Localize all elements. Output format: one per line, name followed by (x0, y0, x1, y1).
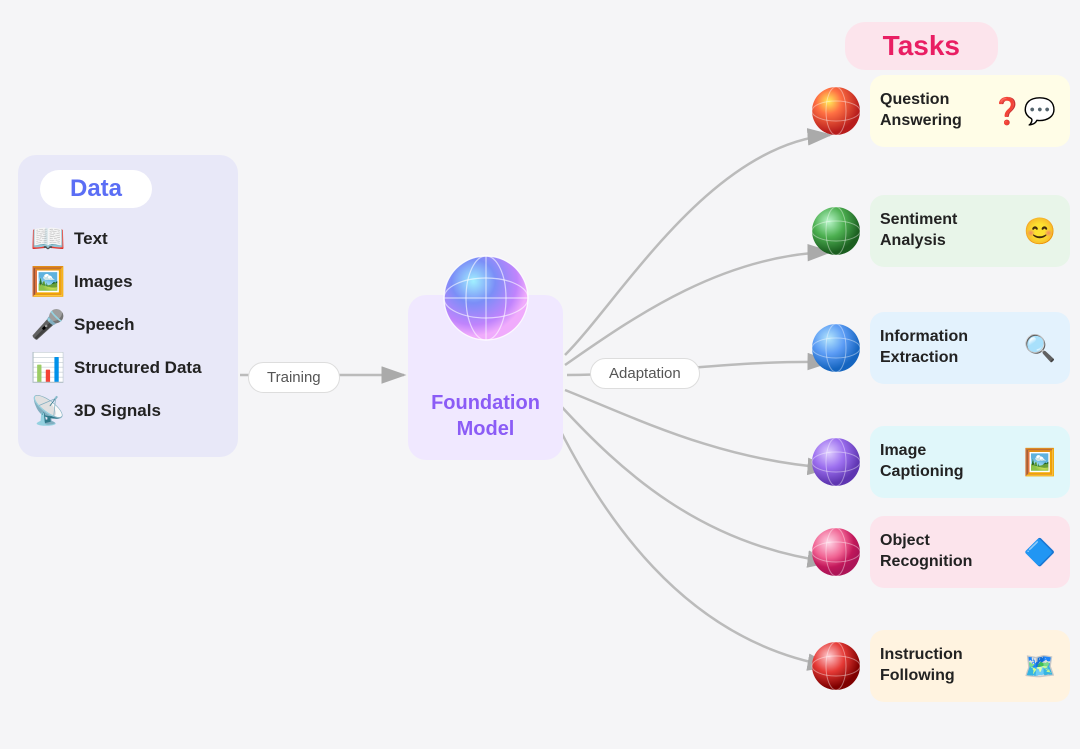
foundation-model-box: FoundationModel (408, 295, 563, 460)
foundation-model-title: FoundationModel (431, 390, 540, 442)
tasks-title-box: Tasks (845, 22, 998, 70)
text-icon: 📖 (30, 222, 66, 255)
task-card-sa: SentimentAnalysis 😊 (870, 195, 1070, 267)
task-card-ic: ImageCaptioning 🖼️ (870, 426, 1070, 498)
tasks-title: Tasks (883, 30, 960, 61)
if-sphere (810, 640, 862, 692)
qa-sphere (810, 85, 862, 137)
ie-sphere (810, 322, 862, 374)
task-label-qa: QuestionAnswering (880, 90, 981, 132)
qa-icon: ❓💬 (991, 96, 1056, 127)
task-if-row: InstructionFollowing 🗺️ (810, 630, 1070, 702)
data-label-speech: Speech (74, 315, 134, 335)
data-label-3d: 3D Signals (74, 401, 161, 421)
ie-icon: 🔍 (1024, 333, 1056, 364)
task-label-or: ObjectRecognition (880, 531, 1014, 573)
task-or-row: ObjectRecognition 🔷 (810, 516, 1070, 588)
task-sa-row: SentimentAnalysis 😊 (810, 195, 1070, 267)
task-card-qa: QuestionAnswering ❓💬 (870, 75, 1070, 147)
adaptation-label: Adaptation (590, 358, 700, 389)
or-sphere (810, 526, 862, 578)
sa-icon: 😊 (1024, 216, 1056, 247)
data-item-text: 📖 Text (30, 222, 226, 255)
if-icon: 🗺️ (1024, 651, 1056, 682)
data-item-images: 🖼️ Images (30, 265, 226, 298)
data-item-structured: 📊 Structured Data (30, 351, 226, 384)
ic-sphere (810, 436, 862, 488)
data-section: Data 📖 Text 🖼️ Images 🎤 Speech 📊 Structu… (18, 155, 238, 457)
data-label-images: Images (74, 272, 133, 292)
data-label-structured: Structured Data (74, 358, 202, 378)
training-label: Training (248, 362, 340, 393)
data-item-3d: 📡 3D Signals (30, 394, 226, 427)
structured-icon: 📊 (30, 351, 66, 384)
data-title-box: Data (40, 170, 152, 208)
task-ie-row: InformationExtraction 🔍 (810, 312, 1070, 384)
images-icon: 🖼️ (30, 265, 66, 298)
task-label-if: InstructionFollowing (880, 645, 1014, 687)
task-card-ie: InformationExtraction 🔍 (870, 312, 1070, 384)
task-label-ie: InformationExtraction (880, 327, 1014, 369)
task-label-sa: SentimentAnalysis (880, 210, 1014, 252)
foundation-sphere (441, 253, 531, 343)
task-label-ic: ImageCaptioning (880, 441, 1014, 483)
ic-icon: 🖼️ (1024, 447, 1056, 478)
task-ic-row: ImageCaptioning 🖼️ (810, 426, 1070, 498)
task-qa-row: QuestionAnswering ❓💬 (810, 75, 1070, 147)
speech-icon: 🎤 (30, 308, 66, 341)
data-item-speech: 🎤 Speech (30, 308, 226, 341)
sa-sphere (810, 205, 862, 257)
or-icon: 🔷 (1024, 537, 1056, 568)
task-card-if: InstructionFollowing 🗺️ (870, 630, 1070, 702)
task-card-or: ObjectRecognition 🔷 (870, 516, 1070, 588)
data-title: Data (70, 175, 122, 202)
data-label-text: Text (74, 229, 108, 249)
3d-icon: 📡 (30, 394, 66, 427)
